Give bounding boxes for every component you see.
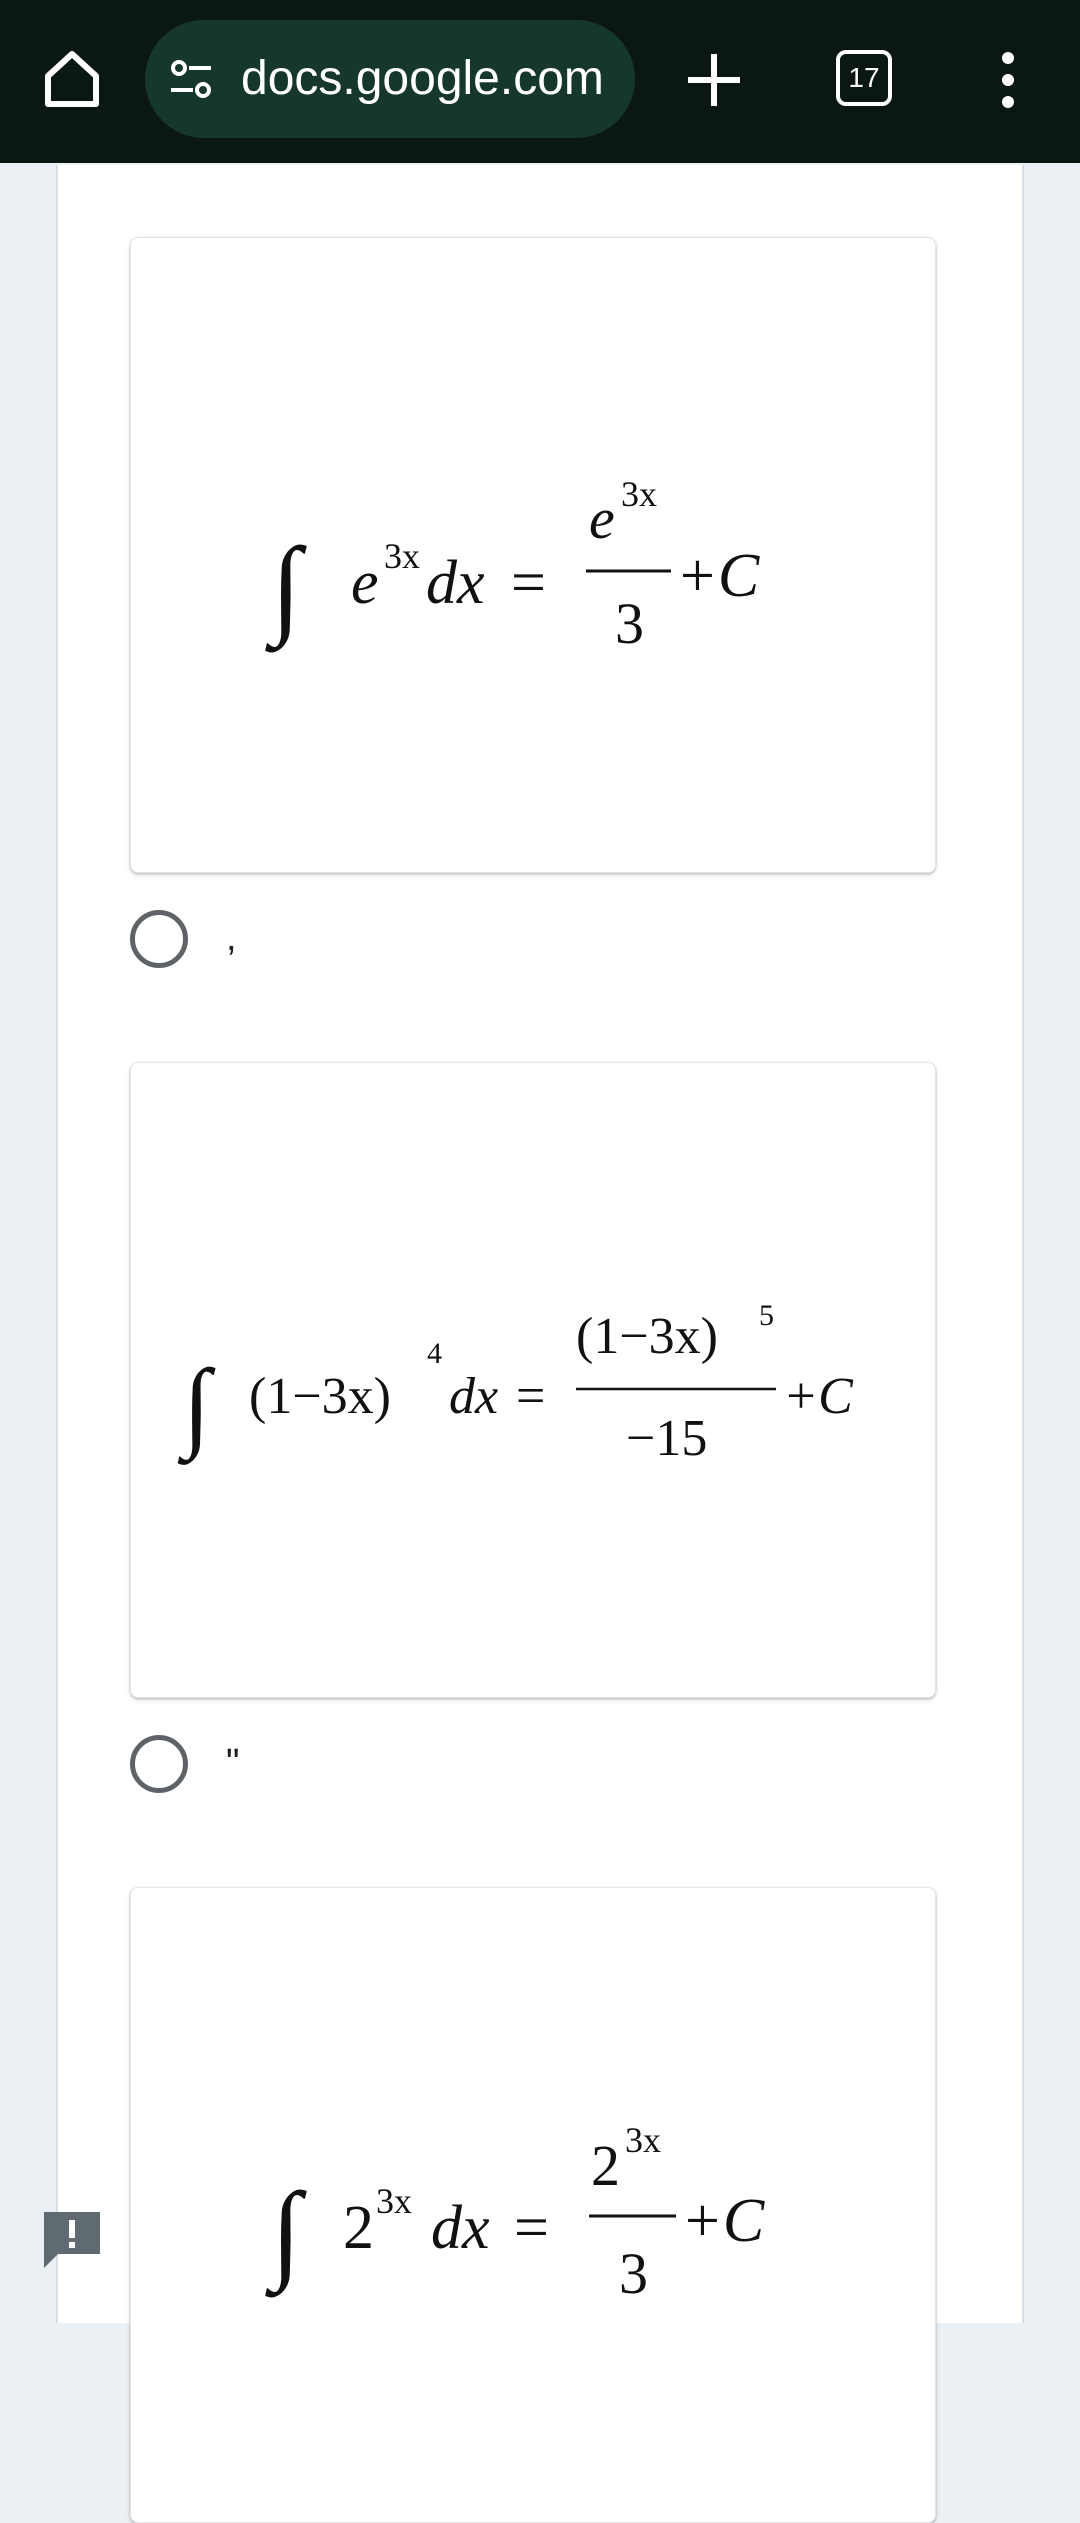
lhs-base: e [351,549,379,617]
dx-text: dx [449,1368,498,1425]
rhs-numerator-exponent: 5 [759,1299,774,1332]
radio-button[interactable] [130,1735,188,1793]
browser-toolbar: docs.google.com 17 [0,0,1080,163]
report-feedback-icon[interactable] [40,2208,104,2272]
lhs-exponent: 4 [427,1337,442,1370]
form-page: ∫ e 3x dx = e 3x 3 +C , ∫ (1−3x) 4 dx = … [56,165,1024,2523]
equals-sign: = [516,1368,545,1425]
formula-image-card: ∫ e 3x dx = e 3x 3 +C [130,237,936,873]
integral-sign: ∫ [265,525,307,653]
formula-image-card: ∫ 2 3x dx = 2 3x 3 +C [130,1887,936,2523]
lhs-exponent: 3x [376,2181,412,2221]
rhs-numerator-inner: (1−3x) [576,1308,718,1365]
more-options-icon[interactable] [990,50,1026,110]
tab-count: 17 [848,62,880,93]
dx-text: dx [431,2194,490,2262]
lhs-base: 2 [343,2194,374,2262]
plus-constant: +C [681,2187,765,2255]
plus-constant: +C [676,542,760,610]
formula-image: ∫ e 3x dx = e 3x 3 +C [265,474,760,656]
option-label: , [226,917,237,959]
new-tab-plus-icon[interactable] [686,46,742,114]
option-label: " [226,1742,240,1784]
tab-switcher-button[interactable]: 17 [836,50,892,106]
rhs-numerator-base: e [589,486,615,551]
lhs-exponent: 3x [384,536,420,576]
integral-sign: ∫ [177,1349,216,1465]
formula-image-card: ∫ (1−3x) 4 dx = (1−3x) 5 −15 +C [130,1062,936,1698]
formula-image: ∫ (1−3x) 4 dx = (1−3x) 5 −15 +C [177,1299,854,1467]
rhs-numerator-exponent: 3x [621,474,657,514]
plus-constant: +C [783,1368,854,1425]
dx-text: dx [426,549,485,617]
option-2[interactable]: " [130,1728,830,1798]
rhs-numerator-base: 2 [591,2133,620,2198]
option-1[interactable]: , [130,903,830,973]
equals-sign: = [511,549,546,617]
rhs-denominator: 3 [615,591,644,656]
lhs-inner: (1−3x) [249,1368,391,1425]
rhs-denominator: −15 [626,1410,707,1467]
equals-sign: = [514,2194,549,2262]
url-text[interactable]: docs.google.com [241,20,604,138]
integral-sign: ∫ [265,2170,307,2298]
address-bar[interactable]: docs.google.com [145,20,635,138]
home-icon[interactable] [40,46,104,110]
site-settings-icon[interactable] [167,56,215,104]
rhs-denominator: 3 [619,2241,648,2306]
formula-image: ∫ 2 3x dx = 2 3x 3 +C [265,2120,765,2306]
radio-button[interactable] [130,910,188,968]
rhs-numerator-exponent: 3x [625,2120,661,2160]
